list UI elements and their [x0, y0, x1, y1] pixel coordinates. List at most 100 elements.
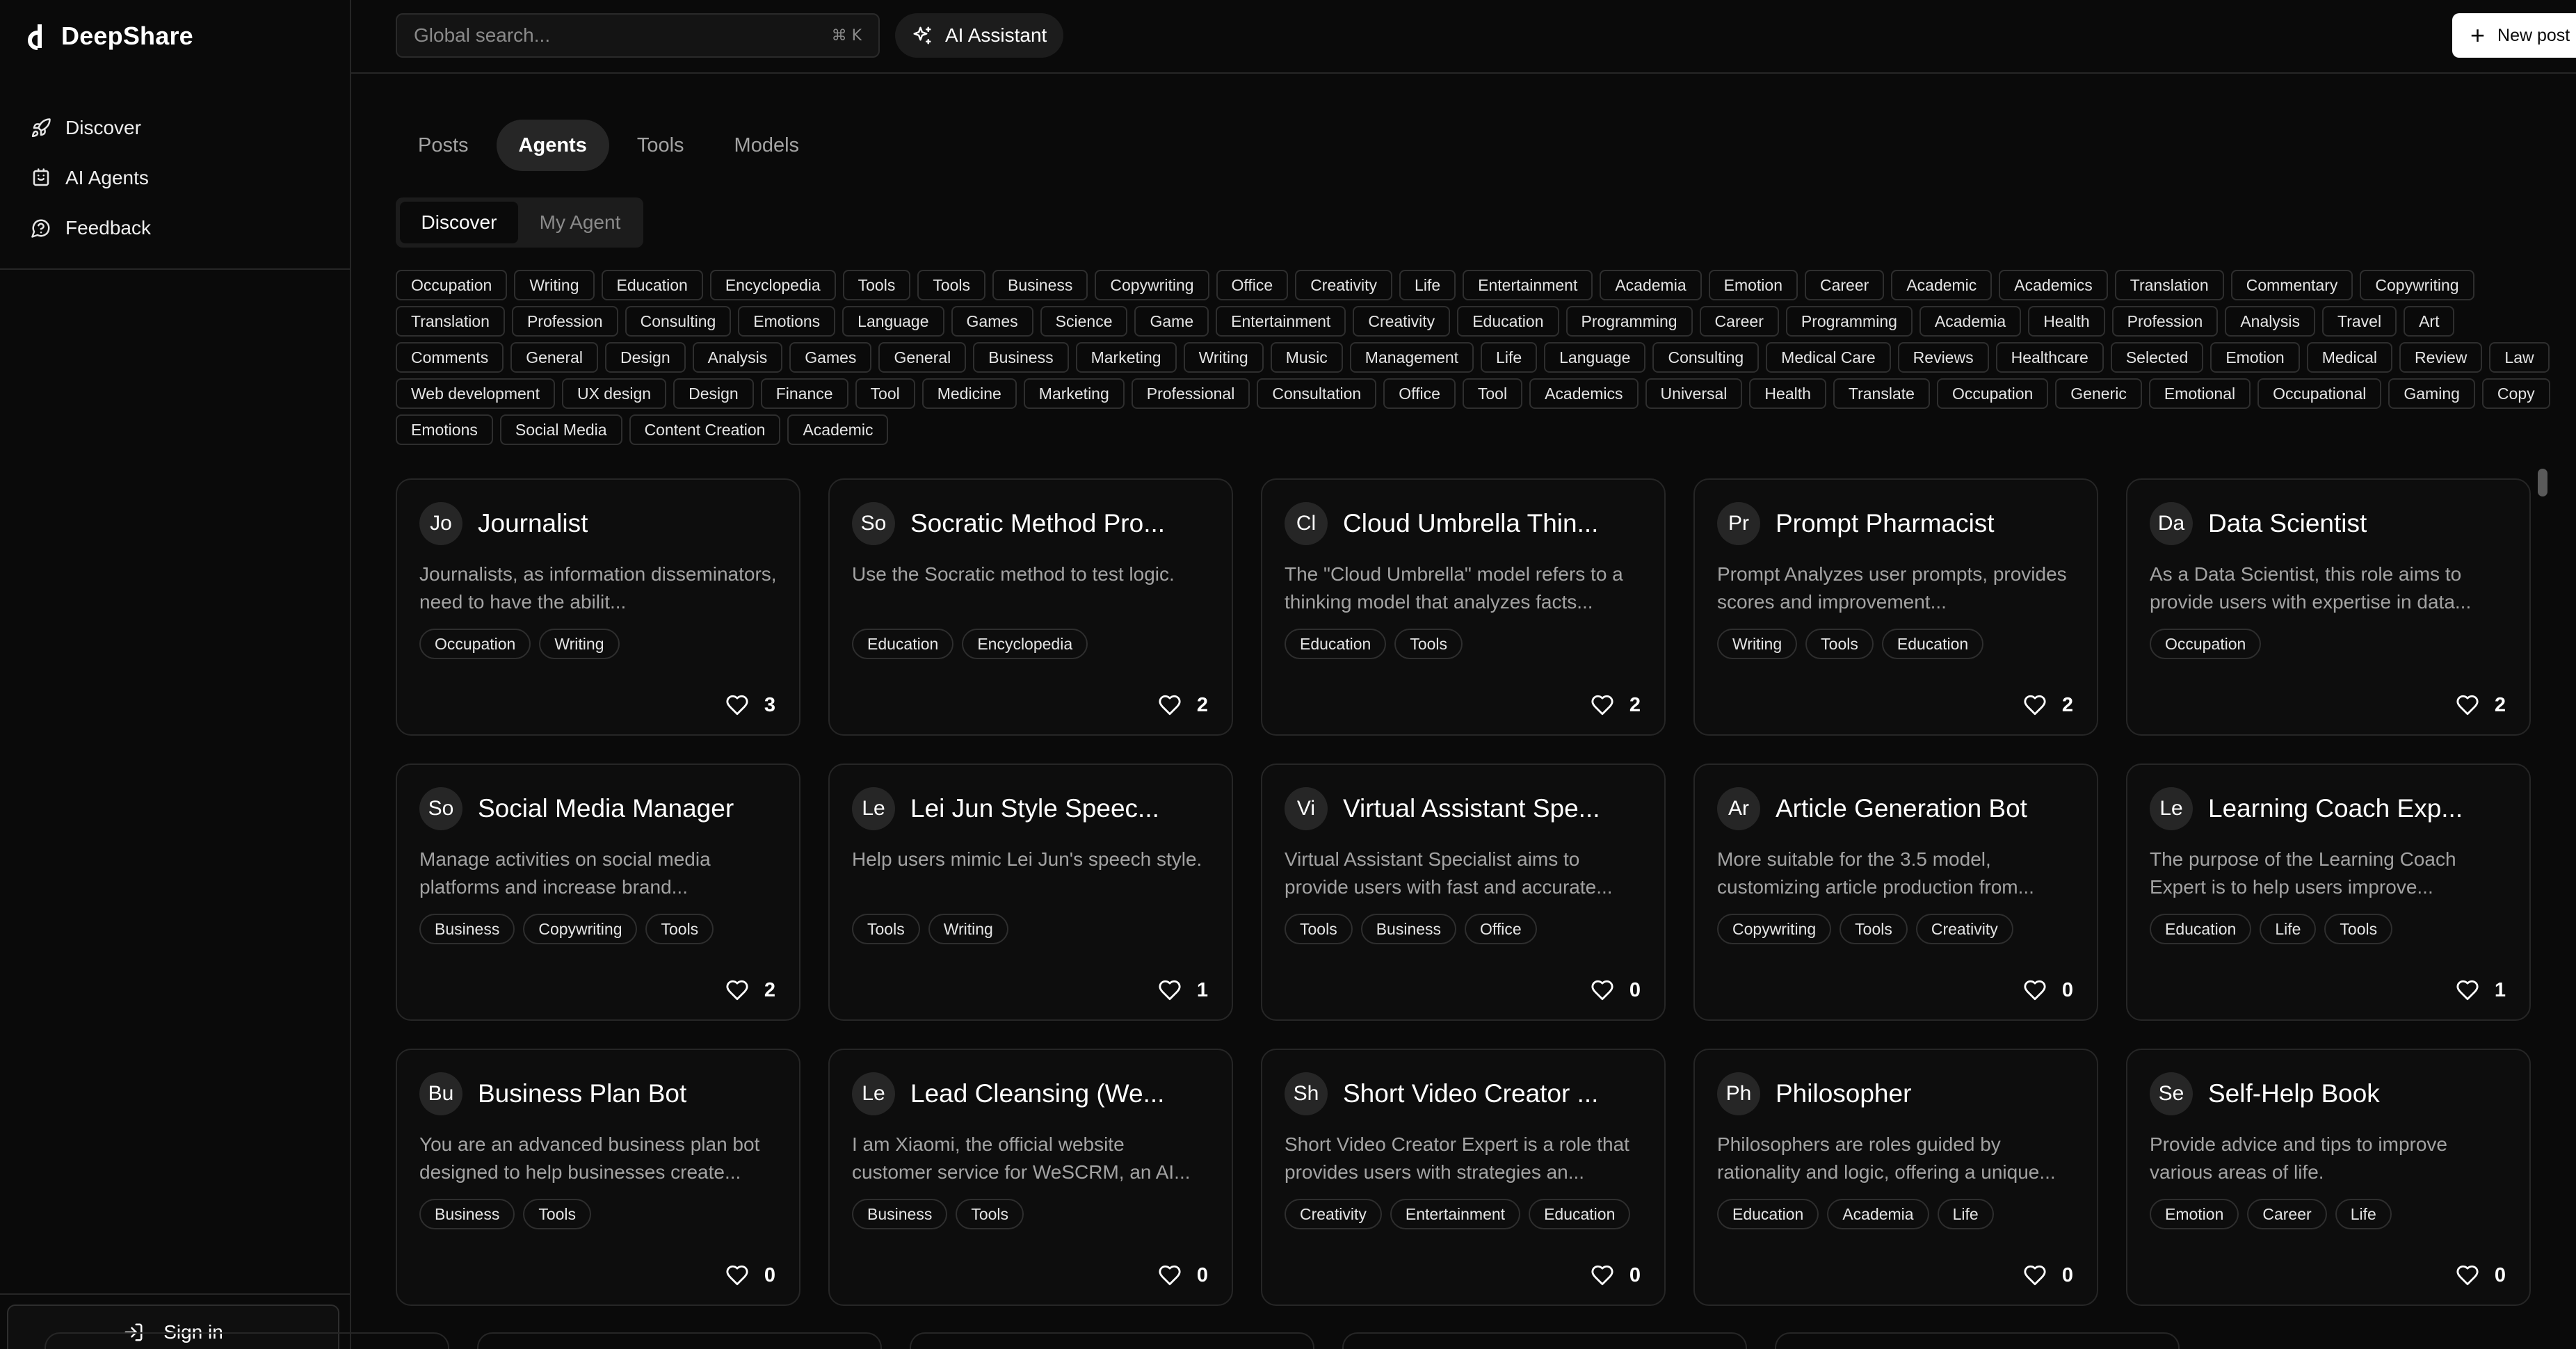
agent-tag[interactable]: Writing: [928, 914, 1008, 944]
agent-tag[interactable]: Academia: [1827, 1199, 1929, 1229]
filter-tag[interactable]: Health: [1749, 378, 1826, 409]
filter-tag[interactable]: Encyclopedia: [709, 270, 836, 300]
agent-card[interactable]: Ar Article Generation Bot More suitable …: [1693, 764, 2098, 1021]
agent-tag[interactable]: Copywriting: [1717, 914, 1832, 944]
agent-tag[interactable]: Tools: [1394, 629, 1463, 659]
agent-tag[interactable]: Education: [852, 629, 954, 659]
filter-tag[interactable]: Art: [2404, 306, 2455, 337]
filter-tag[interactable]: General: [510, 342, 599, 373]
filter-tag[interactable]: Business: [992, 270, 1088, 300]
like-button[interactable]: 0: [1591, 1260, 1641, 1291]
like-button[interactable]: 1: [1158, 975, 1208, 1005]
agent-tag[interactable]: Writing: [1717, 629, 1798, 659]
filter-tag[interactable]: Creativity: [1353, 306, 1451, 337]
subtab-discover[interactable]: Discover: [400, 202, 518, 243]
filter-tag[interactable]: Travel: [2322, 306, 2397, 337]
like-button[interactable]: 0: [2456, 1260, 2506, 1291]
filter-tag[interactable]: Career: [1805, 270, 1885, 300]
filter-tag[interactable]: Academics: [1529, 378, 1639, 409]
like-button[interactable]: 0: [725, 1260, 775, 1291]
tab-tools[interactable]: Tools: [615, 120, 707, 171]
filter-tag[interactable]: Writing: [1183, 342, 1264, 373]
filter-tag[interactable]: Tool: [855, 378, 915, 409]
filter-tag[interactable]: Office: [1216, 270, 1289, 300]
new-post-button[interactable]: + New post: [2452, 13, 2576, 58]
agent-card[interactable]: Pr Prompt Pharmacist Prompt Analyzes use…: [1693, 478, 2098, 736]
filter-tag[interactable]: Copywriting: [1095, 270, 1209, 300]
filter-tag[interactable]: Analysis: [692, 342, 783, 373]
card-partial[interactable]: [1342, 1332, 1747, 1349]
filter-tag[interactable]: Academia: [1600, 270, 1702, 300]
filter-tag[interactable]: Professional: [1131, 378, 1250, 409]
filter-tag[interactable]: Occupation: [396, 270, 508, 300]
filter-tag[interactable]: General: [878, 342, 967, 373]
agent-tag[interactable]: Life: [2260, 914, 2317, 944]
filter-tag[interactable]: Analysis: [2225, 306, 2315, 337]
filter-tag[interactable]: Copywriting: [2360, 270, 2474, 300]
filter-tag[interactable]: Medical: [2306, 342, 2392, 373]
filter-tag[interactable]: Emotional: [2148, 378, 2251, 409]
filter-tag[interactable]: Social Media: [499, 414, 622, 445]
filter-tag[interactable]: Copy: [2481, 378, 2550, 409]
agent-tag[interactable]: Business: [419, 1199, 515, 1229]
filter-tag[interactable]: Entertainment: [1216, 306, 1346, 337]
filter-tag[interactable]: Tools: [917, 270, 986, 300]
filter-tag[interactable]: Occupational: [2257, 378, 2382, 409]
filter-tag[interactable]: Consultation: [1257, 378, 1377, 409]
like-button[interactable]: 0: [1158, 1260, 1208, 1291]
agent-tag[interactable]: Creativity: [1915, 914, 2013, 944]
agent-tag[interactable]: Education: [2150, 914, 2252, 944]
agent-tag[interactable]: Tools: [956, 1199, 1024, 1229]
filter-tag[interactable]: Marketing: [1075, 342, 1177, 373]
filter-tag[interactable]: Entertainment: [1463, 270, 1593, 300]
filter-tag[interactable]: Finance: [760, 378, 848, 409]
like-button[interactable]: 0: [1591, 975, 1641, 1005]
filter-tag[interactable]: UX design: [561, 378, 667, 409]
filter-tag[interactable]: Design: [673, 378, 754, 409]
filter-tag[interactable]: Consulting: [1652, 342, 1760, 373]
like-button[interactable]: 2: [1158, 690, 1208, 720]
filter-tag[interactable]: Emotions: [396, 414, 493, 445]
agent-tag[interactable]: Occupation: [419, 629, 531, 659]
agent-tag[interactable]: Business: [419, 914, 515, 944]
filter-tag[interactable]: Office: [1383, 378, 1456, 409]
filter-tag[interactable]: Gaming: [2388, 378, 2475, 409]
filter-tag[interactable]: Consulting: [625, 306, 732, 337]
agent-tag[interactable]: Education: [1285, 629, 1387, 659]
agent-tag[interactable]: Entertainment: [1390, 1199, 1521, 1229]
global-search[interactable]: ⌘ K: [396, 13, 880, 58]
filter-tag[interactable]: Universal: [1645, 378, 1743, 409]
filter-tag[interactable]: Reviews: [1897, 342, 1989, 373]
like-button[interactable]: 2: [1591, 690, 1641, 720]
filter-tag[interactable]: Games: [789, 342, 872, 373]
agent-tag[interactable]: Life: [1937, 1199, 1994, 1229]
filter-tag[interactable]: Career: [1699, 306, 1779, 337]
sidebar-item-discover[interactable]: Discover: [31, 103, 337, 153]
agent-card[interactable]: So Social Media Manager Manage activitie…: [396, 764, 800, 1021]
filter-tag[interactable]: Emotions: [738, 306, 836, 337]
agent-tag[interactable]: Business: [1360, 914, 1457, 944]
filter-tag[interactable]: Translation: [396, 306, 505, 337]
filter-tag[interactable]: Writing: [514, 270, 595, 300]
agent-tag[interactable]: Writing: [539, 629, 620, 659]
like-button[interactable]: 0: [2023, 975, 2073, 1005]
subtab-my-agent[interactable]: My Agent: [521, 202, 639, 243]
filter-tag[interactable]: Programming: [1565, 306, 1693, 337]
filter-tag[interactable]: Games: [951, 306, 1033, 337]
filter-tag[interactable]: Health: [2028, 306, 2105, 337]
filter-tag[interactable]: Academia: [1919, 306, 2022, 337]
filter-tag[interactable]: Design: [605, 342, 686, 373]
agent-tag[interactable]: Office: [1465, 914, 1537, 944]
agent-tag[interactable]: Occupation: [2150, 629, 2262, 659]
agent-card[interactable]: Bu Business Plan Bot You are an advanced…: [396, 1049, 800, 1306]
agent-tag[interactable]: Creativity: [1285, 1199, 1382, 1229]
tab-models[interactable]: Models: [712, 120, 822, 171]
filter-tag[interactable]: Emotion: [2210, 342, 2300, 373]
agent-tag[interactable]: Tools: [2324, 914, 2393, 944]
filter-tag[interactable]: Healthcare: [1995, 342, 2104, 373]
app-logo[interactable]: DeepShare: [22, 18, 193, 54]
filter-tag[interactable]: Selected: [2110, 342, 2204, 373]
filter-tag[interactable]: Tools: [842, 270, 911, 300]
scrollbar-thumb[interactable]: [2538, 469, 2547, 496]
tab-agents[interactable]: Agents: [496, 120, 609, 171]
